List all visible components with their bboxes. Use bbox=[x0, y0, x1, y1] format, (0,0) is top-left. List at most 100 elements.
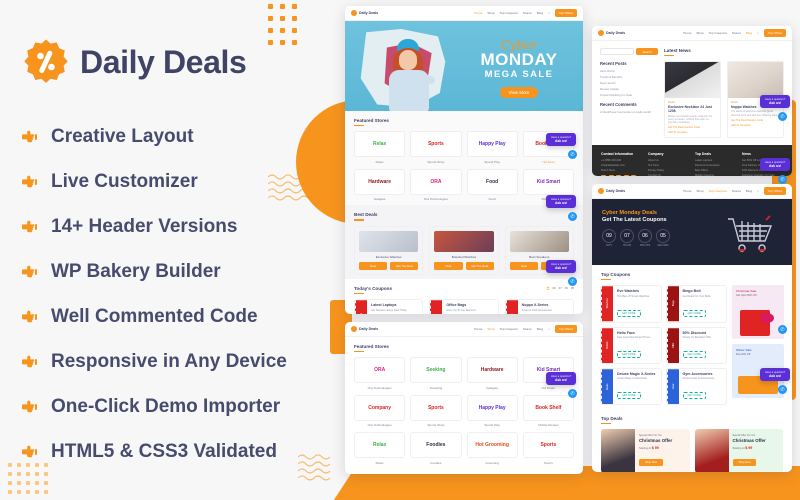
post-link-compare[interactable]: Add To Compare bbox=[668, 131, 717, 134]
deal-banner[interactable]: Special Offer For You Christmas Offer St… bbox=[694, 429, 783, 472]
get-deal-button[interactable]: Get The Deal bbox=[390, 261, 419, 270]
store-card[interactable]: Sports Sports bbox=[522, 432, 574, 465]
nav-item-top-coupons[interactable]: Top Coupons bbox=[500, 11, 518, 15]
nav-item-top-coupons[interactable]: Top Coupons bbox=[709, 189, 727, 193]
coupon-card[interactable]: Offer 50% Discount Wisely On Branded Off… bbox=[665, 326, 727, 364]
store-card[interactable]: Sports Sports Shop bbox=[410, 394, 462, 427]
store-card[interactable]: Seeking Traveling bbox=[410, 357, 462, 390]
store-card[interactable]: ORA Ora Technologies bbox=[410, 168, 462, 201]
footer-link[interactable]: Our Story bbox=[648, 164, 689, 167]
search-row[interactable]: Search bbox=[600, 48, 658, 55]
shop-now-button[interactable]: Shop Now bbox=[732, 458, 757, 466]
promo-banner[interactable]: Christmas Sale Get Upto 50% Off bbox=[732, 285, 784, 340]
mockup-coupons-page[interactable]: Daily Deals Home Shop Top Coupons Stores… bbox=[592, 184, 792, 472]
nav-item-blog[interactable]: Blog bbox=[746, 189, 752, 193]
search-icon[interactable]: ⌕ bbox=[757, 31, 759, 35]
site-navbar[interactable]: Daily Deals Home Shop Top Coupons Stores… bbox=[592, 26, 792, 41]
store-card[interactable]: Foodies Foodies bbox=[410, 432, 462, 465]
nav-item-blog[interactable]: Blog bbox=[537, 327, 543, 331]
top-offers-button[interactable]: Top Offers bbox=[763, 187, 786, 195]
search-button[interactable]: Search bbox=[636, 48, 658, 55]
store-card[interactable]: Happy Play Sports Play bbox=[466, 394, 518, 427]
deal-banner[interactable]: Special Offer For You Christmas Offer St… bbox=[601, 429, 690, 472]
nav-item-blog[interactable]: Blog bbox=[537, 11, 543, 15]
footer-link[interactable]: Privacy Policy bbox=[648, 169, 689, 172]
site-navbar[interactable]: Daily Deals Home Shop Top Coupons Stores… bbox=[345, 322, 583, 337]
post-title[interactable]: Exclusive Necklace 24 Just 120$ bbox=[668, 105, 717, 113]
coupon-card[interactable]: Bags Office Bags Hurry Up To Get Discoun… bbox=[429, 299, 499, 314]
site-logo[interactable]: Daily Deals bbox=[351, 10, 378, 16]
chat-dot-icon[interactable]: ✆ bbox=[778, 112, 787, 121]
coupon-code-button[interactable]: GET CODE bbox=[682, 309, 706, 317]
chat-widget[interactable]: Have a question? Ask us! bbox=[546, 372, 577, 385]
search-icon[interactable]: ⌕ bbox=[548, 327, 550, 331]
footer-link[interactable]: Contact Us bbox=[648, 174, 689, 176]
post-link-compare[interactable]: Add To Compare bbox=[731, 124, 780, 127]
footer-link[interactable]: Discount Accessories bbox=[695, 164, 736, 167]
recent-post-item[interactable]: New Launch bbox=[600, 81, 658, 85]
site-logo[interactable]: Daily Deals bbox=[598, 188, 625, 194]
nav-item-stores[interactable]: Stores bbox=[523, 11, 532, 15]
footer-link[interactable]: Exclusive Jewellery On Sale bbox=[742, 174, 783, 176]
mockup-stores-page[interactable]: Daily Deals Home Shop Top Coupons Stores… bbox=[345, 322, 583, 474]
chat-dot-icon[interactable]: ✆ bbox=[568, 150, 577, 159]
deal-button[interactable]: Deal bbox=[434, 261, 463, 270]
coupon-code-button[interactable]: GET CODE bbox=[617, 350, 641, 358]
site-logo[interactable]: Daily Deals bbox=[351, 326, 378, 332]
nav-item-stores[interactable]: Stores bbox=[732, 189, 741, 193]
nav-item-home[interactable]: Home bbox=[474, 327, 482, 331]
search-icon[interactable]: ⌕ bbox=[548, 11, 550, 15]
coupon-card[interactable]: Laptops Latest Laptops Get Newest Laptop… bbox=[354, 299, 424, 314]
store-card[interactable]: Sports Sports Shop bbox=[410, 131, 462, 164]
site-logo[interactable]: Daily Deals bbox=[598, 30, 625, 36]
store-card[interactable]: Hardware Gadgets bbox=[466, 357, 518, 390]
nav-item-shop[interactable]: Shop bbox=[487, 11, 494, 15]
store-card[interactable]: Food Food bbox=[466, 168, 518, 201]
coupon-code-button[interactable]: GET CODE bbox=[617, 309, 641, 317]
chat-dot-icon[interactable]: ✆ bbox=[568, 212, 577, 221]
store-card[interactable]: ORA Ora Technologies bbox=[354, 357, 406, 390]
footer-link[interactable]: Latest Laptops bbox=[695, 159, 736, 162]
footer-link[interactable]: Find A Store bbox=[601, 169, 642, 172]
store-card[interactable]: Hot Grooming Grooming bbox=[466, 432, 518, 465]
store-card[interactable]: Company Ora Technologies bbox=[354, 394, 406, 427]
recent-post-item[interactable]: Product Ranking For Sale bbox=[600, 93, 658, 97]
coupon-code-button[interactable]: GET CODE bbox=[682, 392, 706, 400]
chat-widget[interactable]: Have a question? Ask us! bbox=[760, 368, 791, 381]
nav-item-home[interactable]: Home bbox=[683, 189, 691, 193]
nav-item-shop[interactable]: Shop bbox=[696, 31, 703, 35]
store-card[interactable]: Book Shelf Mobile Review bbox=[522, 394, 574, 427]
deal-card[interactable]: Exclusive Watches Deal Get The Deal bbox=[354, 225, 424, 275]
shop-now-button[interactable]: Shop Now bbox=[639, 458, 663, 466]
coupon-card[interactable]: Mobile Noppo X-Series Smart & Swift Acce… bbox=[504, 299, 574, 314]
chat-widget[interactable]: Have a question? Ask us! bbox=[546, 195, 577, 208]
chat-widget[interactable]: Have a question? Ask us! bbox=[546, 133, 577, 146]
get-deal-button[interactable]: Get The Deal bbox=[465, 261, 494, 270]
coupon-code-button[interactable]: GET CODE bbox=[617, 392, 641, 400]
hero-cta-button[interactable]: View More bbox=[499, 87, 539, 99]
recent-post-item[interactable]: Trends & Benefits bbox=[600, 75, 658, 79]
store-card[interactable]: Hardware Gadgets bbox=[354, 168, 406, 201]
nav-item-stores[interactable]: Stores bbox=[732, 31, 741, 35]
coupon-card[interactable]: Gear Gym Accessories Fitness Gear & Acce… bbox=[665, 367, 727, 406]
social-icons[interactable] bbox=[601, 175, 642, 176]
nav-item-top-coupons[interactable]: Top Coupons bbox=[500, 327, 518, 331]
store-card[interactable]: Happy Play Sports Play bbox=[466, 131, 518, 164]
footer-link[interactable]: Mobile Coupons bbox=[695, 174, 736, 176]
top-offers-button[interactable]: Top Offers bbox=[554, 9, 577, 17]
coupon-card[interactable]: Watches Eve Watches The Best Of Smart Wa… bbox=[600, 285, 662, 323]
nav-item-shop[interactable]: Shop bbox=[487, 327, 494, 331]
post-link-coupon[interactable]: Get The Deal Coupon Code bbox=[668, 126, 717, 129]
post-link-coupon[interactable]: Get The Deal Coupon Code bbox=[731, 119, 780, 122]
nav-item-shop[interactable]: Shop bbox=[696, 189, 703, 193]
search-input[interactable] bbox=[600, 48, 634, 55]
footer-link[interactable]: About Us bbox=[648, 159, 689, 162]
store-card[interactable]: Relax Relax bbox=[354, 131, 406, 164]
post-card[interactable]: Deals Exclusive Necklace 24 Just 120$ Mo… bbox=[664, 61, 721, 139]
search-icon[interactable]: ⌕ bbox=[757, 189, 759, 193]
coupon-code-button[interactable]: GET CODE bbox=[682, 350, 706, 358]
chat-dot-icon[interactable]: ✆ bbox=[778, 175, 787, 184]
nav-item-stores[interactable]: Stores bbox=[523, 327, 532, 331]
nav-item-blog[interactable]: Blog bbox=[746, 31, 752, 35]
store-card[interactable]: Relax Relax bbox=[354, 432, 406, 465]
